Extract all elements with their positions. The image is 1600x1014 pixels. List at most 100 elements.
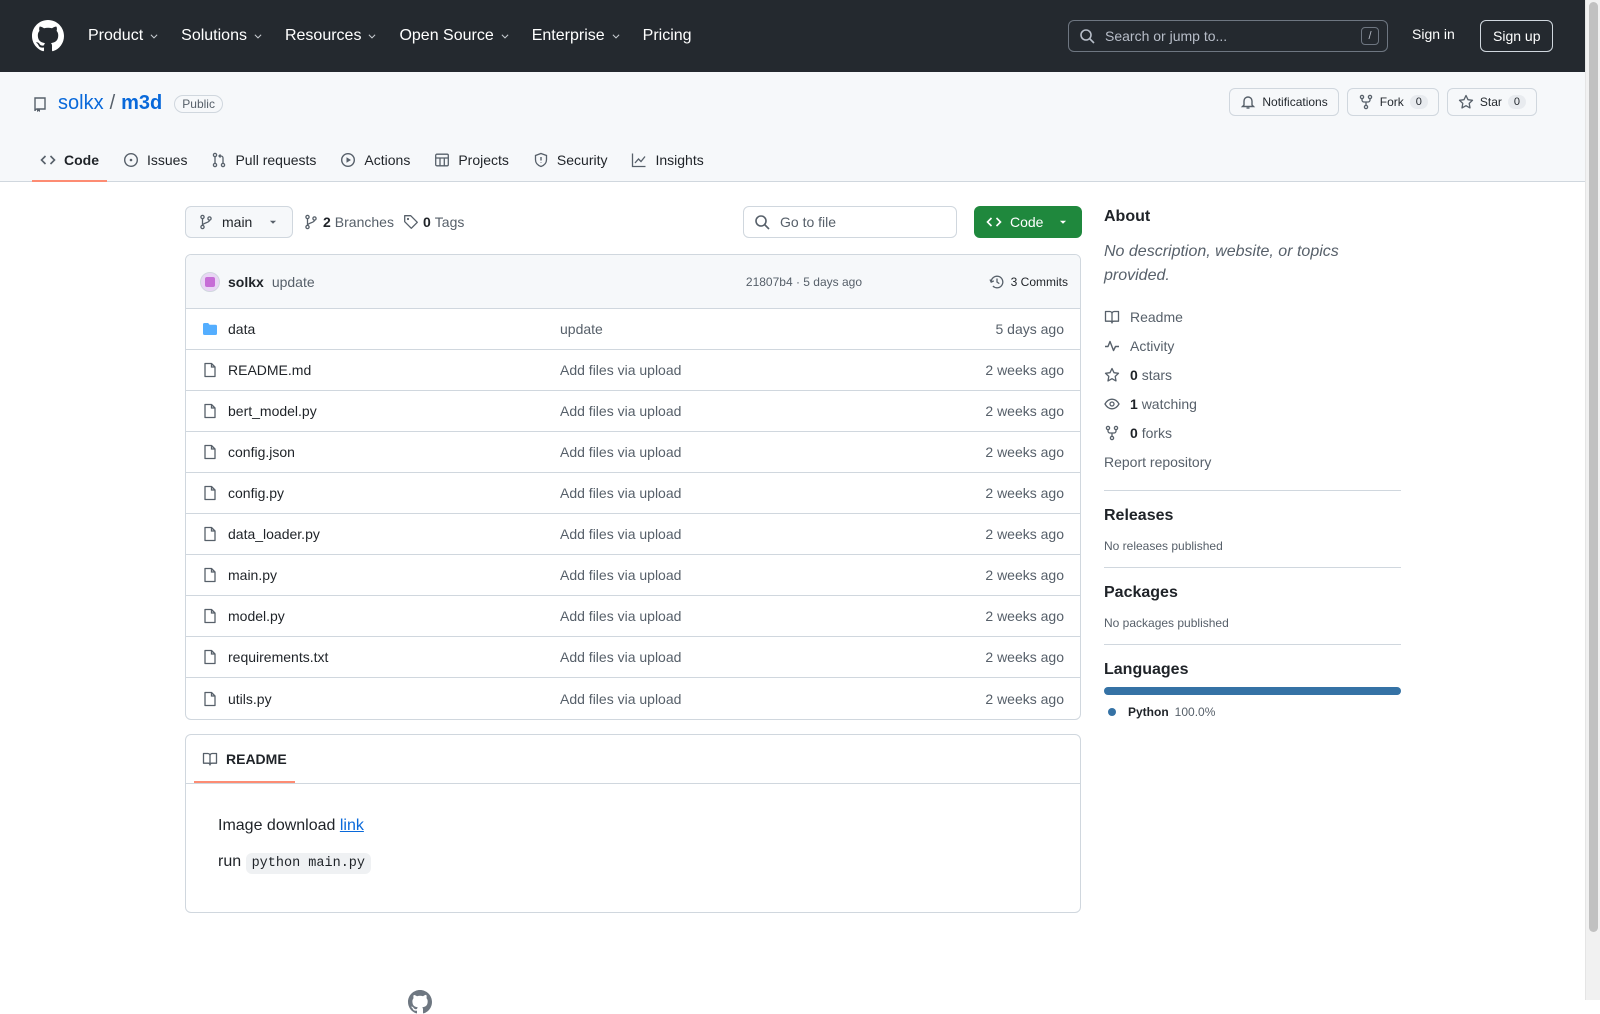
file-row[interactable]: README.md Add files via upload 2 weeks ago xyxy=(186,350,1080,391)
repo-name-link[interactable]: m3d xyxy=(121,92,162,115)
sign-up-button[interactable]: Sign up xyxy=(1480,20,1554,52)
commit-meta[interactable]: 21807b4 · 5 days ago xyxy=(746,275,862,289)
file-name-link[interactable]: requirements.txt xyxy=(228,649,328,665)
language-percent: 100.0% xyxy=(1174,705,1216,719)
file-icon xyxy=(202,485,218,501)
file-commit-link[interactable]: Add files via upload xyxy=(560,567,681,583)
nav-product[interactable]: Product xyxy=(88,27,159,45)
about-item-activity[interactable]: Activity xyxy=(1104,331,1401,360)
file-commit-link[interactable]: Add files via upload xyxy=(560,403,681,419)
file-icon xyxy=(202,444,218,460)
about-item-stars[interactable]: 0 stars xyxy=(1104,360,1401,389)
about-item-label: forks xyxy=(1141,424,1173,441)
fork-button[interactable]: Fork 0 xyxy=(1346,88,1439,116)
file-name-link[interactable]: utils.py xyxy=(228,691,272,707)
avatar[interactable] xyxy=(200,271,220,292)
file-commit-link[interactable]: Add files via upload xyxy=(560,608,681,624)
file-name-link[interactable]: model.py xyxy=(228,608,285,624)
nav-pricing[interactable]: Pricing xyxy=(643,27,692,45)
commits-history-link[interactable]: 3 Commits xyxy=(989,274,1068,290)
report-label: Report repository xyxy=(1104,453,1212,470)
tab-issues[interactable]: Issues xyxy=(115,138,195,182)
releases-heading[interactable]: Releases xyxy=(1104,507,1401,525)
search-shortcut-key: / xyxy=(1361,27,1379,45)
file-commit-link[interactable]: Add files via upload xyxy=(560,649,681,665)
commit-message-link[interactable]: update xyxy=(272,274,315,290)
search-icon xyxy=(1079,28,1095,44)
file-row[interactable]: data update 5 days ago xyxy=(186,309,1080,350)
file-commit-link[interactable]: Add files via upload xyxy=(560,526,681,542)
tab-projects[interactable]: Projects xyxy=(426,138,517,182)
branches-link[interactable]: 2 Branches xyxy=(303,206,394,238)
repo-header: solkx / m3d Public Notifications Fork 0 … xyxy=(0,72,1585,182)
table-icon xyxy=(434,152,450,168)
github-logo-icon[interactable] xyxy=(32,20,64,52)
file-name-link[interactable]: data xyxy=(228,321,255,337)
code-dropdown-button[interactable]: Code xyxy=(974,206,1082,238)
file-name-link[interactable]: config.json xyxy=(228,444,295,460)
issue-icon xyxy=(123,152,139,168)
file-commit-link[interactable]: update xyxy=(560,321,603,337)
about-item-readme[interactable]: Readme xyxy=(1104,302,1401,331)
file-name-link[interactable]: config.py xyxy=(228,485,284,501)
tab-label: Code xyxy=(64,152,99,168)
file-row[interactable]: model.py Add files via upload 2 weeks ago xyxy=(186,596,1080,637)
nav-enterprise[interactable]: Enterprise xyxy=(532,27,621,45)
page-scrollbar[interactable] xyxy=(1585,0,1600,1000)
star-button[interactable]: Star 0 xyxy=(1446,88,1537,116)
file-row[interactable]: config.py Add files via upload 2 weeks ago xyxy=(186,473,1080,514)
tab-insights[interactable]: Insights xyxy=(623,138,711,182)
tab-pull-requests[interactable]: Pull requests xyxy=(203,138,324,182)
language-color-dot xyxy=(1108,708,1116,716)
file-commit-link[interactable]: Add files via upload xyxy=(560,362,681,378)
tab-code[interactable]: Code xyxy=(32,138,107,182)
file-name-link[interactable]: main.py xyxy=(228,567,277,583)
about-item-text: Activity xyxy=(1130,338,1174,354)
history-icon xyxy=(989,274,1005,290)
sign-in-link[interactable]: Sign in xyxy=(1412,26,1455,42)
search-placeholder: Search or jump to... xyxy=(1105,28,1228,44)
file-name-link[interactable]: data_loader.py xyxy=(228,526,320,542)
scrollbar-thumb[interactable] xyxy=(1589,2,1598,932)
file-row[interactable]: requirements.txt Add files via upload 2 we… xyxy=(186,637,1080,678)
chevron-down-icon xyxy=(253,31,263,41)
file-age: 2 weeks ago xyxy=(985,608,1064,624)
nav-solutions[interactable]: Solutions xyxy=(181,27,263,45)
global-search-input[interactable]: Search or jump to... / xyxy=(1068,20,1388,52)
image-download-link[interactable]: link xyxy=(340,817,364,834)
language-python[interactable]: Python 100.0% xyxy=(1104,705,1401,719)
commit-author-link[interactable]: solkx xyxy=(228,274,264,290)
file-row[interactable]: config.json Add files via upload 2 weeks a… xyxy=(186,432,1080,473)
nav-open-source[interactable]: Open Source xyxy=(399,27,509,45)
report-repository-link[interactable]: Report repository xyxy=(1104,447,1401,476)
go-to-file-input[interactable]: Go to file xyxy=(743,206,957,238)
repo-owner-link[interactable]: solkx xyxy=(58,92,104,115)
tab-security[interactable]: Security xyxy=(525,138,616,182)
fork-label: Fork xyxy=(1379,95,1404,109)
file-commit-link[interactable]: Add files via upload xyxy=(560,444,681,460)
notifications-button[interactable]: Notifications xyxy=(1229,88,1339,116)
nav-resources[interactable]: Resources xyxy=(285,27,377,45)
packages-heading[interactable]: Packages xyxy=(1104,584,1401,602)
file-commit-link[interactable]: Add files via upload xyxy=(560,485,681,501)
code-button-label: Code xyxy=(1010,214,1044,230)
divider xyxy=(1104,644,1401,645)
about-item-forks[interactable]: 0 forks xyxy=(1104,418,1401,447)
repo-actions: Notifications Fork 0 Star 0 xyxy=(1229,88,1537,116)
file-commit-link[interactable]: Add files via upload xyxy=(560,691,681,707)
about-item-watching[interactable]: 1 watching xyxy=(1104,389,1401,418)
file-row[interactable]: bert_model.py Add files via upload 2 weeks… xyxy=(186,391,1080,432)
branch-selector[interactable]: main xyxy=(185,206,294,238)
book-icon xyxy=(202,751,218,767)
file-row[interactable]: utils.py Add files via upload 2 weeks ago xyxy=(186,678,1080,719)
readme-text: run xyxy=(218,853,246,870)
tab-actions[interactable]: Actions xyxy=(332,138,418,182)
tags-link[interactable]: 0 Tags xyxy=(403,206,464,238)
readme-tab[interactable]: README xyxy=(194,735,295,783)
file-row[interactable]: data_loader.py Add files via upload 2 week… xyxy=(186,514,1080,555)
fork-icon xyxy=(1104,425,1120,441)
file-age: 2 weeks ago xyxy=(985,690,1064,707)
file-name-link[interactable]: README.md xyxy=(228,362,311,378)
file-row[interactable]: main.py Add files via upload 2 weeks ago xyxy=(186,555,1080,596)
file-name-link[interactable]: bert_model.py xyxy=(228,403,317,419)
